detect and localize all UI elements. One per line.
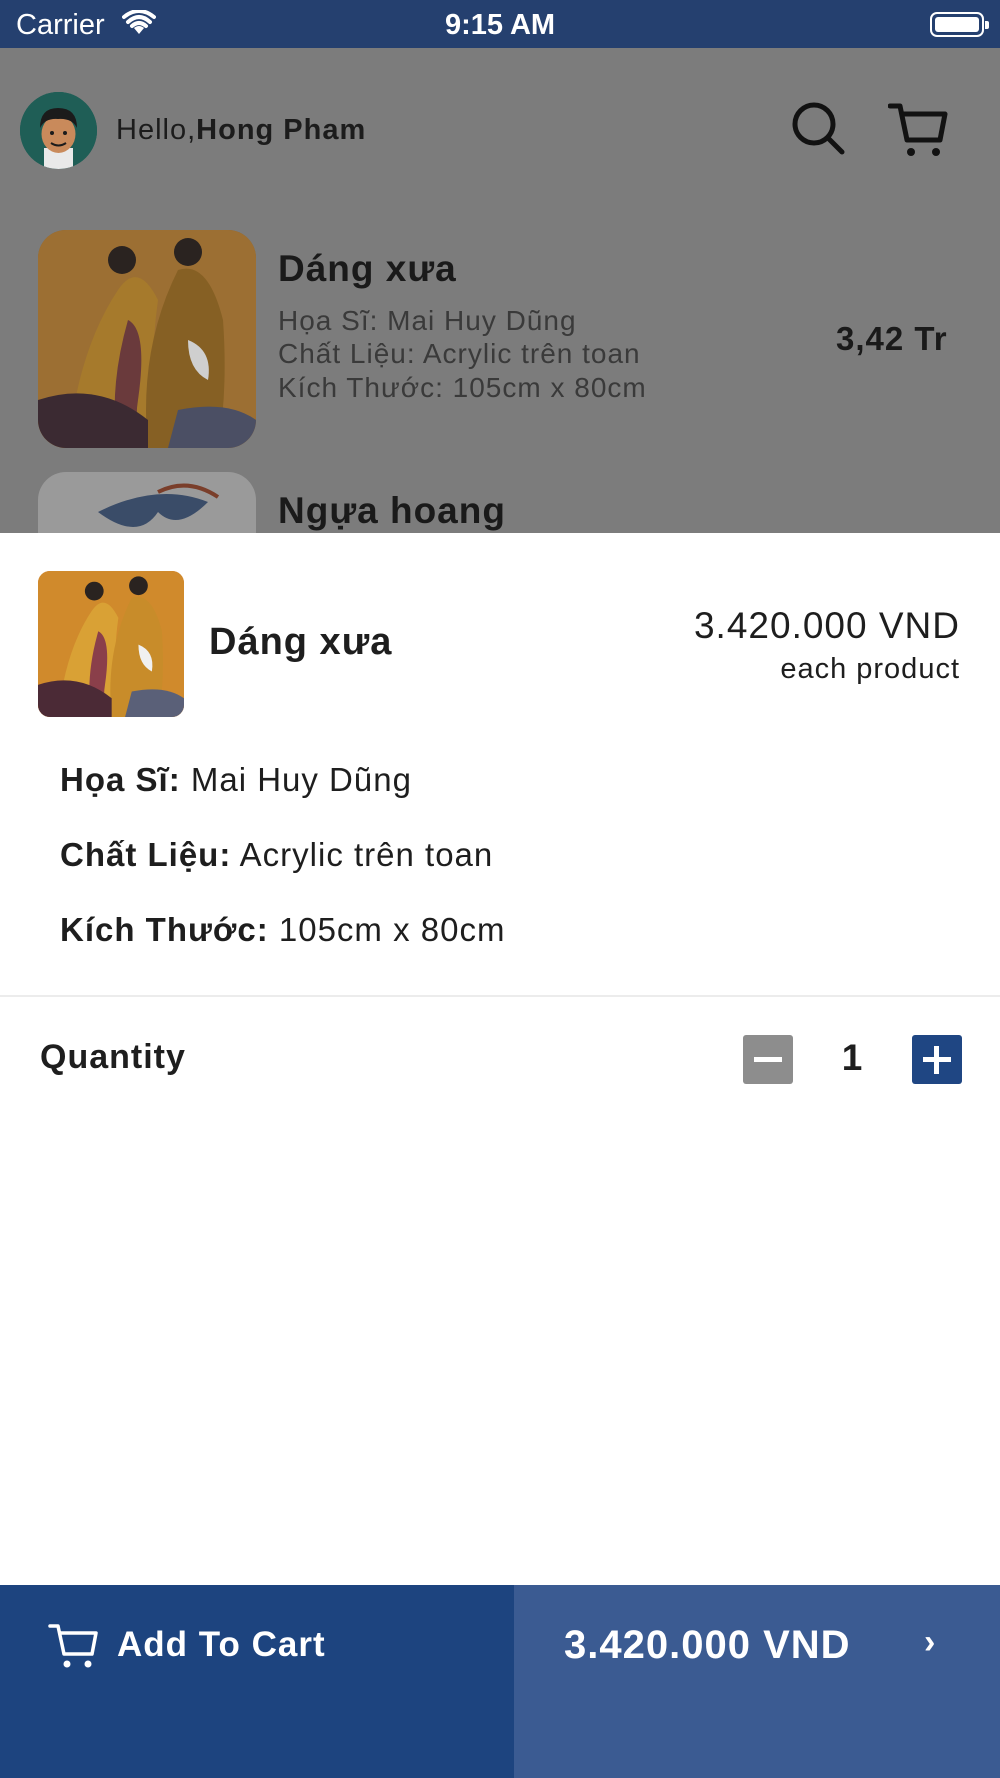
detail-artist-label: Họa Sĩ: [60, 761, 181, 798]
detail-material-label: Chất Liệu: [60, 836, 232, 873]
background-page: Hello,Hong Pham Dáng xưa Họa Sĩ: Mai Huy… [0, 48, 1000, 533]
detail-artist-value: Mai Huy Dũng [180, 761, 412, 798]
battery-icon [930, 12, 989, 37]
chevron-right-icon: › [924, 1623, 936, 1661]
sheet-product-image [38, 571, 184, 717]
product-title[interactable]: Ngựa hoang [278, 490, 506, 532]
status-bar: Carrier 9:15 AM [0, 0, 1000, 48]
bottom-action-bar: Add To Cart 3.420.000 VND › [0, 1585, 1000, 1778]
cart-icon[interactable] [888, 100, 950, 160]
greeting-text: Hello, [116, 114, 197, 146]
product-size: Kích Thước: 105cm x 80cm [278, 372, 647, 403]
detail-material-value: Acrylic trên toan [231, 836, 494, 873]
search-icon[interactable] [790, 100, 846, 156]
clock: 9:15 AM [444, 9, 556, 41]
unit-price-note: each product [780, 653, 960, 685]
product-thumbnail[interactable] [38, 230, 256, 448]
detail-size: Kích Thước: 105cm x 80cm [60, 911, 505, 949]
product-title[interactable]: Dáng xưa [278, 248, 457, 290]
divider [0, 995, 1000, 997]
product-thumbnail[interactable] [38, 472, 256, 533]
detail-artist: Họa Sĩ: Mai Huy Dũng [60, 761, 412, 799]
checkout-total-button[interactable]: 3.420.000 VND › [514, 1585, 1000, 1778]
quantity-decrease-button[interactable] [743, 1035, 793, 1084]
product-material: Chất Liệu: Acrylic trên toan [278, 338, 641, 369]
greeting: Hello,Hong Pham [116, 114, 366, 147]
detail-size-value: 105cm x 80cm [268, 911, 506, 948]
product-artist: Họa Sĩ: Mai Huy Dũng [278, 305, 577, 336]
cart-icon [48, 1624, 98, 1668]
quantity-increase-button[interactable] [912, 1035, 962, 1084]
quantity-value: 1 [841, 1037, 863, 1078]
detail-size-label: Kích Thước: [60, 911, 269, 948]
user-name: Hong Pham [196, 114, 367, 146]
sheet-title: Dáng xưa [209, 621, 393, 663]
add-to-cart-button[interactable]: Add To Cart [0, 1585, 514, 1778]
add-to-cart-label: Add To Cart [117, 1625, 326, 1664]
detail-material: Chất Liệu: Acrylic trên toan [60, 836, 493, 874]
product-detail-sheet: Dáng xưa 3.420.000 VND each product Họa … [0, 533, 1000, 1585]
unit-price: 3.420.000 VND [693, 605, 960, 646]
total-price: 3.420.000 VND [564, 1623, 851, 1667]
quantity-label: Quantity [40, 1038, 186, 1076]
avatar[interactable] [20, 92, 97, 169]
product-price: 3,42 Tr [836, 320, 948, 357]
